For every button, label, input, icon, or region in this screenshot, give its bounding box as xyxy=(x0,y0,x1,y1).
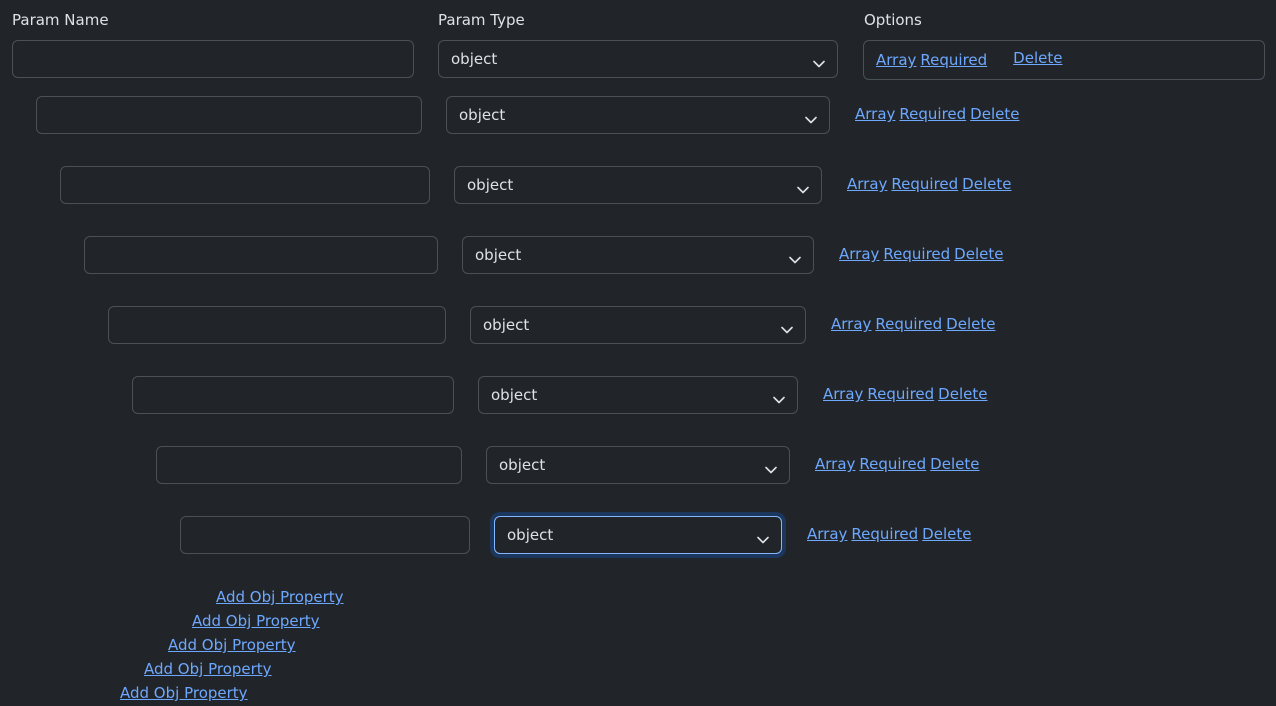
array-link[interactable]: Array xyxy=(855,105,895,123)
param-type-select[interactable]: object xyxy=(438,40,838,78)
required-link[interactable]: Required xyxy=(883,245,950,263)
param-type-value: object xyxy=(459,106,506,124)
param-type-value: object xyxy=(451,50,498,68)
delete-link[interactable]: Delete xyxy=(970,105,1019,123)
param-type-select[interactable]: object xyxy=(494,516,782,554)
param-name-input[interactable] xyxy=(12,40,414,78)
param-type-value: object xyxy=(499,456,546,474)
required-link[interactable]: Required xyxy=(891,175,958,193)
array-link[interactable]: Array xyxy=(807,525,847,543)
row-options: Array Required Delete xyxy=(876,49,1066,69)
array-link[interactable]: Array xyxy=(815,455,855,473)
delete-link[interactable]: Delete xyxy=(922,525,971,543)
param-type-select[interactable]: object xyxy=(454,166,822,204)
row-options: Array Required Delete xyxy=(855,105,1023,123)
param-name-input[interactable] xyxy=(180,516,470,554)
add-obj-property-link[interactable]: Add Obj Property xyxy=(144,660,272,678)
param-name-input[interactable] xyxy=(108,306,446,344)
param-name-input[interactable] xyxy=(132,376,454,414)
required-link[interactable]: Required xyxy=(920,51,987,69)
param-type-value: object xyxy=(507,526,554,544)
param-type-select[interactable]: object xyxy=(470,306,806,344)
options-header: Options xyxy=(864,11,922,29)
chevron-down-icon xyxy=(757,530,769,544)
add-obj-property-link[interactable]: Add Obj Property xyxy=(168,636,296,654)
row-options: Array Required Delete xyxy=(823,385,991,403)
chevron-down-icon xyxy=(797,180,809,194)
param-type-value: object xyxy=(483,316,530,334)
delete-link[interactable]: Delete xyxy=(954,245,1003,263)
row-options: Array Required Delete xyxy=(839,245,1007,263)
required-link[interactable]: Required xyxy=(899,105,966,123)
chevron-down-icon xyxy=(773,390,785,404)
param-type-value: object xyxy=(475,246,522,264)
row-options: Array Required Delete xyxy=(847,175,1015,193)
param-type-value: object xyxy=(467,176,514,194)
chevron-down-icon xyxy=(765,460,777,474)
delete-link[interactable]: Delete xyxy=(946,315,995,333)
add-obj-property-link[interactable]: Add Obj Property xyxy=(216,588,344,606)
param-type-header: Param Type xyxy=(438,11,525,29)
array-link[interactable]: Array xyxy=(823,385,863,403)
param-type-select[interactable]: object xyxy=(446,96,830,134)
chevron-down-icon xyxy=(805,110,817,124)
param-type-select[interactable]: object xyxy=(486,446,790,484)
param-name-input[interactable] xyxy=(60,166,430,204)
delete-link[interactable]: Delete xyxy=(962,175,1011,193)
param-type-select[interactable]: object xyxy=(462,236,814,274)
array-link[interactable]: Array xyxy=(876,51,916,69)
add-obj-property-link[interactable]: Add Obj Property xyxy=(192,612,320,630)
delete-link[interactable]: Delete xyxy=(938,385,987,403)
array-link[interactable]: Array xyxy=(839,245,879,263)
chevron-down-icon xyxy=(781,320,793,334)
delete-link[interactable]: Delete xyxy=(930,455,979,473)
chevron-down-icon xyxy=(813,54,825,68)
required-link[interactable]: Required xyxy=(867,385,934,403)
required-link[interactable]: Required xyxy=(851,525,918,543)
required-link[interactable]: Required xyxy=(859,455,926,473)
chevron-down-icon xyxy=(789,250,801,264)
param-type-select[interactable]: object xyxy=(478,376,798,414)
param-name-input[interactable] xyxy=(84,236,438,274)
param-type-value: object xyxy=(491,386,538,404)
array-link[interactable]: Array xyxy=(847,175,887,193)
param-name-input[interactable] xyxy=(156,446,462,484)
param-name-header: Param Name xyxy=(12,11,109,29)
param-name-input[interactable] xyxy=(36,96,422,134)
delete-link[interactable]: Delete xyxy=(1013,49,1062,67)
row-options: Array Required Delete xyxy=(815,455,983,473)
row-options: Array Required Delete xyxy=(831,315,999,333)
array-link[interactable]: Array xyxy=(831,315,871,333)
add-obj-property-link[interactable]: Add Obj Property xyxy=(120,684,248,702)
row-options: Array Required Delete xyxy=(807,525,975,543)
required-link[interactable]: Required xyxy=(875,315,942,333)
